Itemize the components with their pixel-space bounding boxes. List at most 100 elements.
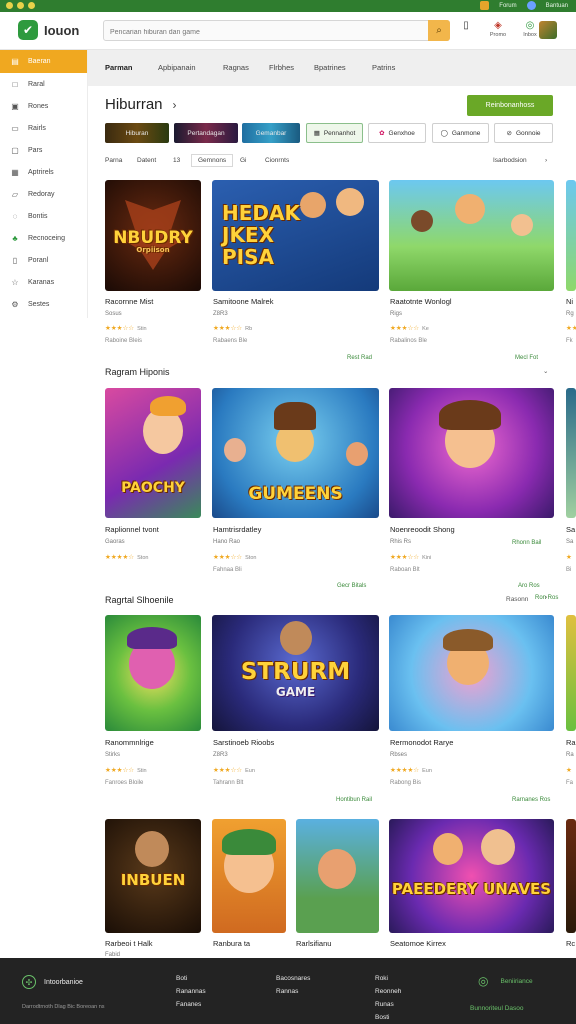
game-thumb[interactable] xyxy=(566,819,576,933)
avatar[interactable] xyxy=(539,21,557,39)
game-thumb[interactable] xyxy=(566,180,576,291)
tab-parman[interactable]: Parman xyxy=(105,63,133,72)
chevron-right-icon[interactable]: › xyxy=(545,157,547,164)
sort-dropdown[interactable]: Gemnons xyxy=(191,154,234,167)
card-title[interactable]: Sarstinoeb Rioobs xyxy=(213,738,274,747)
sort-right-label[interactable]: Isarbodsion xyxy=(493,157,527,164)
card-title[interactable]: Hamtrisrdatley xyxy=(213,525,261,534)
card-title[interactable]: Rc xyxy=(566,939,575,948)
user-status-icon[interactable] xyxy=(526,1,536,10)
search-icon[interactable]: ⌕ xyxy=(428,20,450,41)
game-thumb[interactable]: INBUEN xyxy=(105,819,201,933)
sidebar-item-rairls[interactable]: ▭ Rairls xyxy=(0,117,87,139)
footer-link[interactable]: Bosti xyxy=(375,1011,401,1024)
game-thumb[interactable] xyxy=(212,819,286,933)
game-thumb[interactable] xyxy=(296,819,379,933)
game-thumb[interactable] xyxy=(389,615,554,731)
footer-link[interactable]: Runas xyxy=(375,998,401,1011)
cart-button[interactable]: ▯ xyxy=(455,20,477,32)
chevron-down-icon[interactable]: ⌄ xyxy=(543,367,548,375)
see-all-link[interactable]: Aro Ros xyxy=(518,583,540,589)
game-thumb[interactable]: HEDAK JKEX PISA xyxy=(212,180,379,291)
card-title[interactable]: Samitoone Malrek xyxy=(213,297,273,306)
footer-link[interactable]: Roki xyxy=(375,972,401,985)
footer-link[interactable]: Bacosnares xyxy=(276,972,310,985)
chip-pertandagan[interactable]: Pertandagan xyxy=(174,123,238,143)
tab-bpatrines[interactable]: Bpatrines xyxy=(314,63,346,72)
sidebar-item-rones[interactable]: ▣ Rones xyxy=(0,95,87,117)
footer-link[interactable]: Rannas xyxy=(276,985,310,998)
see-all-link[interactable]: Hontibun Rail xyxy=(336,797,372,803)
footer-link[interactable]: Fananes xyxy=(176,998,206,1011)
sidebar-item-raral[interactable]: □ Raral xyxy=(0,73,87,95)
chip-gemanbar[interactable]: Gemanbar xyxy=(242,123,300,143)
card-title[interactable]: Racornne Mist xyxy=(105,297,153,306)
tab-flrbhes[interactable]: Flrbhes xyxy=(269,63,294,72)
game-thumb[interactable]: STRURM GAME xyxy=(212,615,379,731)
search-input[interactable] xyxy=(104,23,424,42)
inbox-button[interactable]: ◎ Inbox xyxy=(519,20,541,38)
card-title[interactable]: Noenreoodit Shong xyxy=(390,525,455,534)
card-title[interactable]: Raplionnel tvont xyxy=(105,525,159,534)
sort-option[interactable]: Datent xyxy=(137,157,156,164)
chip-hiburan[interactable]: Hiburan xyxy=(105,123,169,143)
sidebar-item-poranl[interactable]: ▯ Poranl xyxy=(0,249,87,271)
game-thumb[interactable] xyxy=(566,388,576,518)
chip-gonnoie[interactable]: ⊘ Gonnoie xyxy=(494,123,553,143)
maximize-dot[interactable] xyxy=(28,2,35,9)
sidebar-item-home[interactable]: ▤ Baeran xyxy=(0,50,87,73)
tab-patrins[interactable]: Patrins xyxy=(372,63,395,72)
close-dot[interactable] xyxy=(6,2,13,9)
sidebar-item-bontis[interactable]: ◌ Bontis xyxy=(0,205,87,227)
footer-contact[interactable]: Bunnoriteul Dasoo xyxy=(470,1002,523,1015)
chrome-link-forum[interactable]: Forum xyxy=(499,3,516,9)
chevron-right-icon[interactable]: › xyxy=(545,594,547,601)
game-thumb[interactable] xyxy=(105,615,201,731)
notification-icon[interactable] xyxy=(480,1,490,10)
footer-link[interactable]: Boti xyxy=(176,972,206,985)
chrome-link-help[interactable]: Bantuan xyxy=(546,3,568,9)
sort-option-3[interactable]: Cionrnts xyxy=(265,157,289,164)
footer-social[interactable]: ◎ Beniiriance xyxy=(478,975,533,988)
see-all-link[interactable]: Rhonn Bail xyxy=(512,540,541,546)
chip-ganmone[interactable]: ◯ Ganmone xyxy=(432,123,489,143)
footer-link[interactable]: Ranannas xyxy=(176,985,206,998)
game-thumb[interactable]: PAOCHY xyxy=(105,388,201,518)
card-title[interactable]: Rarlsifianu xyxy=(296,939,331,948)
game-thumb[interactable] xyxy=(389,180,554,291)
see-all-link[interactable]: Mecl Fot xyxy=(515,355,538,361)
sidebar-item-recnoceing[interactable]: ♣ Recnoceing xyxy=(0,227,87,249)
card-title[interactable]: Ra xyxy=(566,738,576,747)
card-title[interactable]: Rarbeoi t Halk xyxy=(105,939,153,948)
primary-cta-button[interactable]: Reinbonanhoss xyxy=(467,95,553,116)
see-all-link[interactable]: Rest Rad xyxy=(347,355,372,361)
card-title[interactable]: Sa xyxy=(566,525,575,534)
card-title[interactable]: Ranbura ta xyxy=(213,939,250,948)
chip-genxhoe[interactable]: ✿ Genxhoe xyxy=(368,123,426,143)
sidebar-item-pars[interactable]: ▢ Pars xyxy=(0,139,87,161)
card-title[interactable]: Ni xyxy=(566,297,573,306)
minimize-dot[interactable] xyxy=(17,2,24,9)
see-all-link[interactable]: Gecr Bitals xyxy=(337,583,366,589)
card-title[interactable]: Seatomoe Kirrex xyxy=(390,939,446,948)
sidebar-item-aptrirels[interactable]: ▦ Aptrirels xyxy=(0,161,87,183)
sidebar-item-redoray[interactable]: ▱ Redoray xyxy=(0,183,87,205)
sidebar-item-sestes[interactable]: ⚙ Sestes xyxy=(0,293,87,315)
sidebar-item-karanas[interactable]: ☆ Karanas xyxy=(0,271,87,293)
tab-apbipanain[interactable]: Apbipanain xyxy=(158,63,196,72)
card-title[interactable]: Rermonodot Rarye xyxy=(390,738,453,747)
game-thumb[interactable]: NBUDRY Orpiison xyxy=(105,180,201,291)
tab-ragnas[interactable]: Ragnas xyxy=(223,63,249,72)
section-more-link[interactable]: Rasonn xyxy=(506,596,528,603)
game-thumb[interactable]: GUMEENS xyxy=(212,388,379,518)
chip-pennanhot[interactable]: ▦ Pennanhot xyxy=(306,123,363,143)
game-thumb[interactable]: PAEEDERY UNAVES xyxy=(389,819,554,933)
game-thumb[interactable] xyxy=(389,388,554,518)
promo-button[interactable]: ◈ Promo xyxy=(487,20,509,38)
window-controls[interactable] xyxy=(6,2,35,9)
chevron-right-icon[interactable]: › xyxy=(173,98,177,112)
footer-link[interactable]: Reonneh xyxy=(375,985,401,998)
see-all-link[interactable]: Rarnanes Ros xyxy=(512,797,550,803)
logo[interactable]: ✔ Iouon xyxy=(18,20,79,40)
game-thumb[interactable] xyxy=(566,615,576,731)
